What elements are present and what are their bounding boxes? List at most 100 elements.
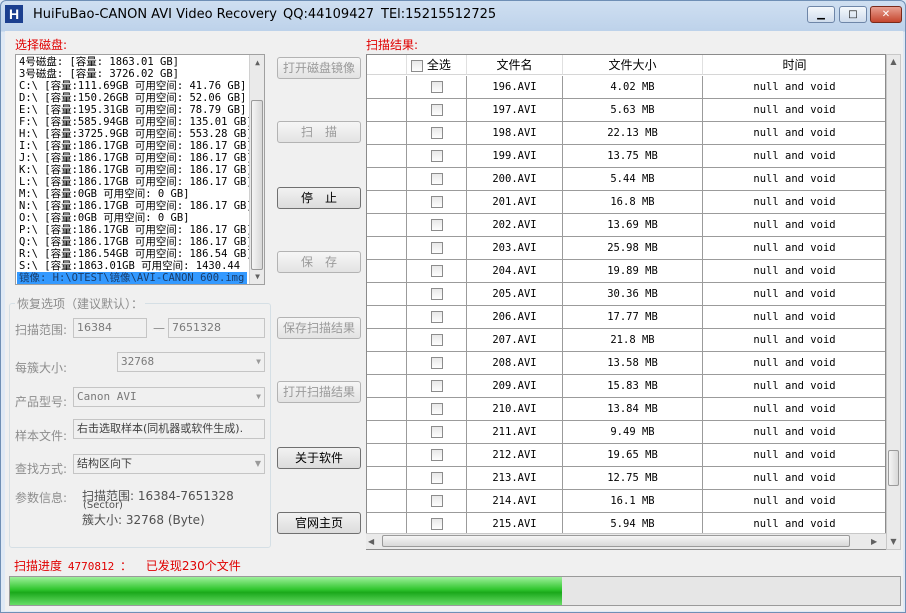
table-row[interactable]: 201.AVI 16.8 MB null and void bbox=[367, 191, 885, 214]
disk-item[interactable]: Q:\ [容量:186.17GB 可用空间: 186.17 GB] bbox=[19, 236, 253, 248]
table-row[interactable]: 205.AVI 30.36 MB null and void bbox=[367, 283, 885, 306]
row-checkbox[interactable] bbox=[430, 196, 443, 208]
disk-item[interactable]: H:\ [容量:3725.9GB 可用空间: 553.28 GB] bbox=[19, 128, 253, 140]
disk-item[interactable]: 4号磁盘: [容量: 1863.01 GB] bbox=[19, 56, 179, 68]
table-row[interactable]: 206.AVI 17.77 MB null and void bbox=[367, 306, 885, 329]
row-checkbox[interactable] bbox=[430, 403, 443, 415]
table-row[interactable]: 199.AVI 13.75 MB null and void bbox=[367, 145, 885, 168]
scroll-right-icon[interactable]: ▶ bbox=[871, 534, 883, 549]
row-checkbox[interactable] bbox=[430, 288, 443, 300]
open-disk-image-button[interactable]: 打开磁盘镜像 bbox=[277, 57, 361, 79]
row-checkbox[interactable] bbox=[430, 104, 443, 116]
cluster-size-select[interactable]: 32768 ▼ bbox=[117, 352, 265, 372]
row-checkbox[interactable] bbox=[430, 242, 443, 254]
disk-item[interactable]: O:\ [容量:0GB 可用空间: 0 GB] bbox=[19, 212, 189, 224]
scroll-down-icon[interactable]: ▼ bbox=[250, 269, 264, 284]
table-row[interactable]: 202.AVI 13.69 MB null and void bbox=[367, 214, 885, 237]
table-row[interactable]: 203.AVI 25.98 MB null and void bbox=[367, 237, 885, 260]
scroll-thumb[interactable] bbox=[251, 100, 263, 270]
sample-file-field[interactable]: 右击选取样本(同机器或软件生成). bbox=[73, 419, 265, 439]
row-checkbox[interactable] bbox=[430, 150, 443, 162]
product-model-select[interactable]: Canon AVI ▼ bbox=[73, 387, 265, 407]
search-mode-select[interactable]: 结构区向下 ▼ bbox=[73, 454, 265, 474]
cell-time: null and void bbox=[703, 398, 885, 421]
disk-item[interactable]: L:\ [容量:186.17GB 可用空间: 186.17 GB] bbox=[19, 176, 253, 188]
table-row[interactable]: 213.AVI 12.75 MB null and void bbox=[367, 467, 885, 490]
row-checkbox[interactable] bbox=[430, 265, 443, 277]
disk-item[interactable]: J:\ [容量:186.17GB 可用空间: 186.17 GB] bbox=[19, 152, 253, 164]
disk-item[interactable]: E:\ [容量:195.31GB 可用空间: 78.79 GB] bbox=[19, 104, 246, 116]
results-label: 扫描结果: bbox=[366, 38, 419, 52]
disk-item[interactable]: N:\ [容量:186.17GB 可用空间: 186.17 GB] bbox=[19, 200, 253, 212]
open-scan-results-button[interactable]: 打开扫描结果 bbox=[277, 381, 361, 403]
table-row[interactable]: 209.AVI 15.83 MB null and void bbox=[367, 375, 885, 398]
disk-item[interactable]: 3号磁盘: [容量: 3726.02 GB] bbox=[19, 68, 179, 80]
title-bar[interactable]: H HuiFuBao-CANON AVI Video Recovery QQ:4… bbox=[1, 1, 905, 29]
save-button[interactable]: 保 存 bbox=[277, 251, 361, 273]
close-button[interactable]: ✕ bbox=[870, 6, 902, 23]
results-vertical-scrollbar[interactable]: ▲ ▼ bbox=[886, 54, 901, 550]
disk-item[interactable]: R:\ [容量:186.54GB 可用空间: 186.54 GB] bbox=[19, 248, 253, 260]
disk-item[interactable]: I:\ [容量:186.17GB 可用空间: 186.17 GB] bbox=[19, 140, 253, 152]
row-checkbox[interactable] bbox=[430, 449, 443, 461]
table-row[interactable]: 208.AVI 13.58 MB null and void bbox=[367, 352, 885, 375]
website-button[interactable]: 官网主页 bbox=[277, 512, 361, 534]
header-time[interactable]: 时间 bbox=[703, 55, 885, 75]
row-checkbox[interactable] bbox=[430, 495, 443, 507]
row-checkbox[interactable] bbox=[430, 127, 443, 139]
scan-end-field[interactable]: 7651328 bbox=[168, 318, 265, 338]
header-select-all[interactable]: 全选 bbox=[407, 55, 467, 75]
header-name[interactable]: 文件名 bbox=[467, 55, 563, 75]
table-row[interactable]: 211.AVI 9.49 MB null and void bbox=[367, 421, 885, 444]
table-row[interactable]: 204.AVI 19.89 MB null and void bbox=[367, 260, 885, 283]
row-blank-cell bbox=[367, 375, 407, 398]
scan-button[interactable]: 扫 描 bbox=[277, 121, 361, 143]
row-checkbox[interactable] bbox=[430, 311, 443, 323]
disk-item[interactable]: K:\ [容量:186.17GB 可用空间: 186.17 GB] bbox=[19, 164, 253, 176]
disk-list-scrollbar[interactable]: ▲ ▼ bbox=[249, 55, 264, 284]
table-row[interactable]: 210.AVI 13.84 MB null and void bbox=[367, 398, 885, 421]
save-scan-results-button[interactable]: 保存扫描结果 bbox=[277, 317, 361, 339]
disk-item[interactable]: 镜像: H:\OTEST\镜像\AVI-CANON 600.img bbox=[17, 272, 247, 284]
row-checkbox[interactable] bbox=[430, 357, 443, 369]
disk-item[interactable]: D:\ [容量:150.26GB 可用空间: 52.06 GB] bbox=[19, 92, 246, 104]
row-checkbox[interactable] bbox=[430, 518, 443, 530]
scroll-down-icon[interactable]: ▼ bbox=[887, 535, 900, 549]
scroll-thumb[interactable] bbox=[382, 535, 850, 547]
row-checkbox[interactable] bbox=[430, 334, 443, 346]
disk-item[interactable]: M:\ [容量:0GB 可用空间: 0 GB] bbox=[19, 188, 189, 200]
disk-item[interactable]: S:\ [容量:1863.01GB 可用空间: 1430.44 bbox=[19, 260, 240, 272]
table-row[interactable]: 197.AVI 5.63 MB null and void bbox=[367, 99, 885, 122]
row-checkbox[interactable] bbox=[430, 472, 443, 484]
scroll-up-icon[interactable]: ▲ bbox=[250, 55, 264, 70]
scroll-left-icon[interactable]: ◀ bbox=[368, 534, 380, 549]
cell-time: null and void bbox=[703, 237, 885, 260]
header-size[interactable]: 文件大小 bbox=[563, 55, 703, 75]
maximize-button[interactable]: □ bbox=[839, 6, 867, 23]
table-row[interactable]: 214.AVI 16.1 MB null and void bbox=[367, 490, 885, 513]
results-horizontal-scrollbar[interactable]: ◀ ▶ bbox=[366, 533, 886, 549]
scroll-thumb[interactable] bbox=[888, 450, 899, 486]
scroll-up-icon[interactable]: ▲ bbox=[887, 55, 900, 69]
disk-item[interactable]: P:\ [容量:186.17GB 可用空间: 186.17 GB] bbox=[19, 224, 253, 236]
disk-item[interactable]: C:\ [容量:111.69GB 可用空间: 41.76 GB] bbox=[19, 80, 246, 92]
row-checkbox[interactable] bbox=[430, 219, 443, 231]
row-checkbox[interactable] bbox=[430, 426, 443, 438]
disk-list[interactable]: 镜像: H:\OTEST\镜像\AVI-CANON 600.img S:\ [容量… bbox=[15, 54, 265, 285]
select-all-checkbox[interactable] bbox=[411, 59, 423, 72]
table-row[interactable]: 198.AVI 22.13 MB null and void bbox=[367, 122, 885, 145]
minimize-button[interactable]: ▁ bbox=[807, 6, 835, 23]
scan-start-field[interactable]: 16384 bbox=[73, 318, 147, 338]
table-row[interactable]: 196.AVI 4.02 MB null and void bbox=[367, 76, 885, 99]
table-row[interactable]: 212.AVI 19.65 MB null and void bbox=[367, 444, 885, 467]
disk-item[interactable]: F:\ [容量:585.94GB 可用空间: 135.01 GB] bbox=[19, 116, 253, 128]
table-row[interactable]: 200.AVI 5.44 MB null and void bbox=[367, 168, 885, 191]
params-cluster: 簇大小: 32768 (Byte) bbox=[82, 513, 205, 527]
row-checkbox[interactable] bbox=[430, 380, 443, 392]
row-checkbox[interactable] bbox=[430, 173, 443, 185]
stop-button[interactable]: 停 止 bbox=[277, 187, 361, 209]
row-checkbox[interactable] bbox=[430, 81, 443, 93]
about-button[interactable]: 关于软件 bbox=[277, 447, 361, 469]
table-row[interactable]: 207.AVI 21.8 MB null and void bbox=[367, 329, 885, 352]
results-table[interactable]: 全选 文件名 文件大小 时间 196.AVI 4.02 MB null and vo… bbox=[366, 54, 886, 550]
